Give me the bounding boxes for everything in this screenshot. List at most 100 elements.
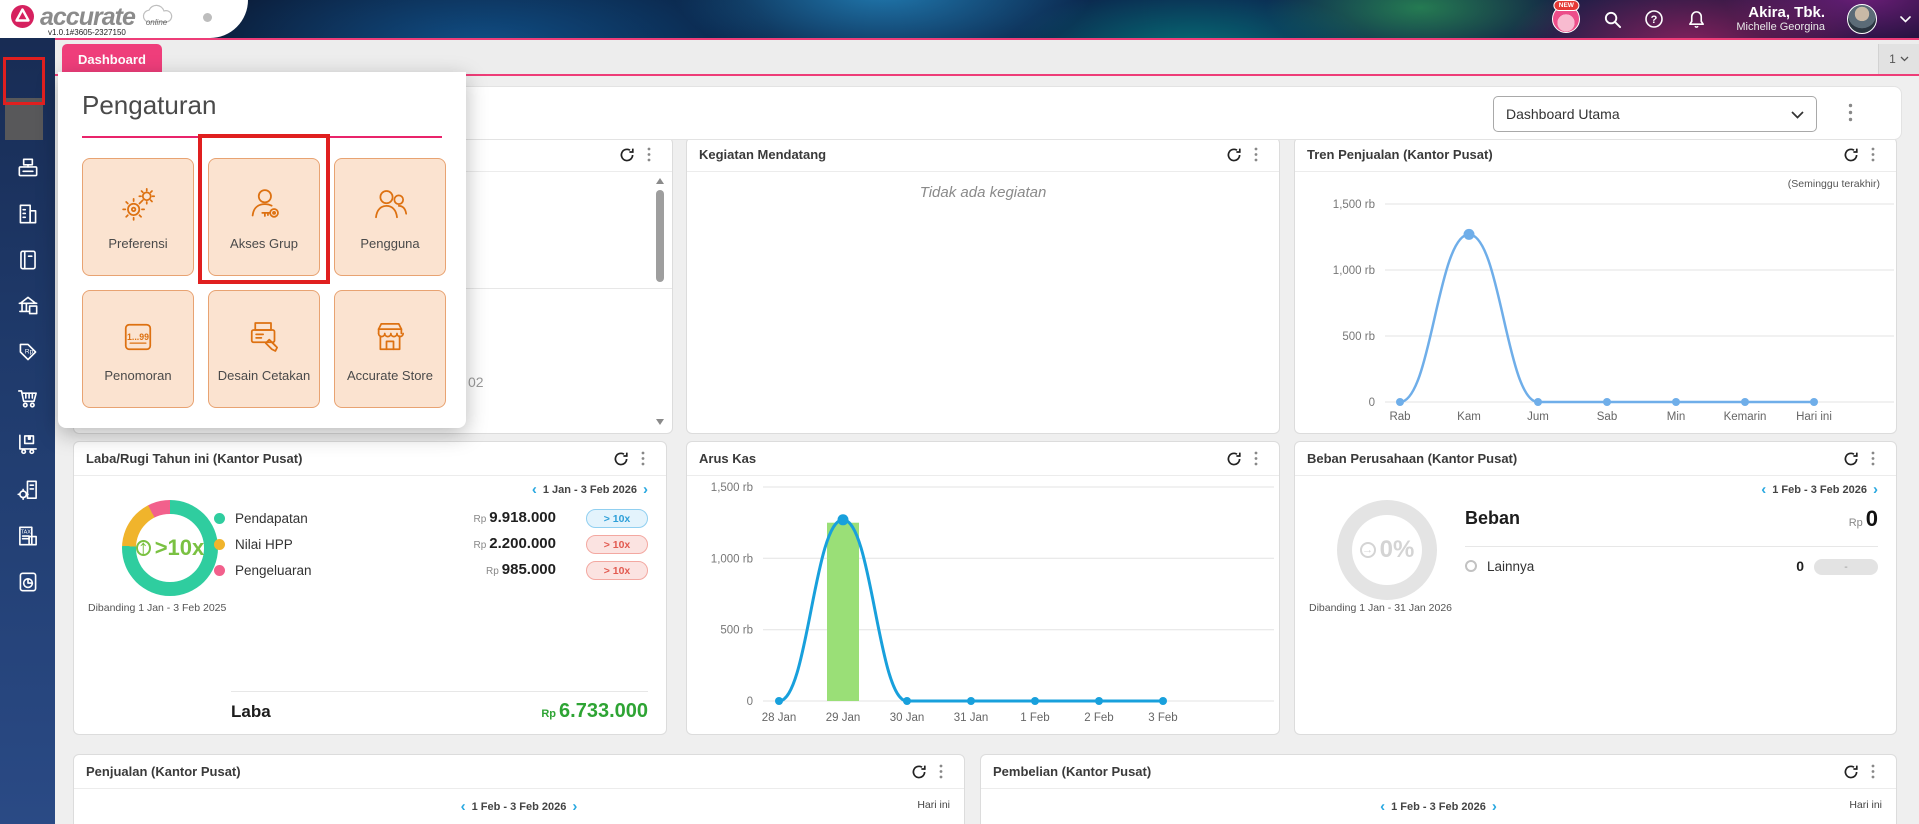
card-title: Tren Penjualan (Kantor Pusat) [1307,147,1493,162]
svg-text:30 Jan: 30 Jan [890,712,925,724]
next-date-icon[interactable]: › [1873,482,1878,497]
tile-preferensi[interactable]: Preferensi [82,158,194,276]
up-arrow-circle-icon: ↑ [135,534,151,560]
legend-dot [214,538,225,550]
sidebar-item-tax[interactable]: TAX [0,516,55,556]
refresh-icon[interactable] [1840,144,1862,166]
sidebar-item-company[interactable] [0,194,55,234]
date-range-nav[interactable]: ‹ 1 Feb - 3 Feb 2026 › [1380,799,1497,814]
refresh-icon[interactable] [908,761,930,783]
beban-divider [1465,546,1878,547]
beban-heading: Beban [1465,508,1521,528]
sidebar-item-sales[interactable] [0,378,55,418]
promo-avatar[interactable]: NEW [1552,0,1581,33]
vertical-scrollbar[interactable] [654,178,666,425]
empty-state-text: Tidak ada kegiatan [919,184,1047,201]
sidebar-item-price-tag[interactable]: Rp [0,332,55,372]
kebab-menu-icon[interactable] [1862,448,1884,470]
sales-cart-icon [17,390,37,408]
sidebar-item-bank[interactable] [0,286,55,326]
refresh-icon[interactable] [1840,761,1862,783]
help-icon[interactable]: ? [1644,9,1664,29]
sidebar-item-assets[interactable] [0,470,55,510]
svg-text:28 Jan: 28 Jan [762,712,797,724]
kebab-menu-icon[interactable] [1862,144,1884,166]
kebab-menu-icon[interactable] [1862,761,1884,783]
tab-dashboard[interactable]: Dashboard [62,44,162,74]
card-title: Arus Kas [699,451,757,466]
scroll-down-icon[interactable] [656,419,664,425]
tile-penomoran[interactable]: 1...99 Penomoran [82,290,194,408]
card-arus-kas: Arus Kas 0 500 rb 1,000 rb 1,500 rb 28 Jan 29… [686,441,1280,735]
tile-pengguna[interactable]: Pengguna [334,158,446,276]
refresh-icon[interactable] [616,144,638,166]
sidebar-item-purchases[interactable] [0,424,55,464]
svg-text:2 Feb: 2 Feb [1084,712,1113,724]
date-range-nav[interactable]: ‹ 1 Jan - 3 Feb 2026 › [532,482,648,497]
kebab-menu-icon[interactable] [930,761,952,783]
kebab-menu-icon[interactable] [638,144,660,166]
svg-text:Kam: Kam [1457,411,1481,423]
refresh-icon[interactable] [610,448,632,470]
prev-date-icon[interactable]: ‹ [1380,799,1385,814]
prev-date-icon[interactable]: ‹ [461,799,466,814]
svg-text:Jum: Jum [1527,411,1549,423]
dashboard-select[interactable]: Dashboard Utama [1493,96,1817,132]
kebab-menu-icon[interactable] [1245,448,1267,470]
bank-icon [18,296,37,315]
sidebar-item-cash-register[interactable] [0,148,55,188]
svg-text:1,000 rb: 1,000 rb [711,553,753,565]
page-indicator[interactable]: 1 [1878,44,1919,74]
user-name: Michelle Georgina [1736,21,1825,34]
prev-date-icon[interactable]: ‹ [532,482,537,497]
svg-text:1,000 rb: 1,000 rb [1333,265,1375,277]
svg-text:TAX: TAX [20,529,31,535]
pengaturan-popup: Pengaturan Preferensi Akses Grup Penggun… [58,72,466,428]
beban-donut-chart: → 0% [1337,500,1437,600]
refresh-icon[interactable] [1840,448,1862,470]
store-icon [377,322,404,350]
kebab-menu-icon[interactable] [1245,144,1267,166]
total-label: Laba [231,702,271,721]
numbering-icon: 1...99 [124,323,152,350]
legend-row-lainnya: Lainnya [1465,556,1534,576]
user-info: Akira, Tbk. Michelle Georgina [1736,4,1825,34]
total-value: Rp 6.733.000 [541,700,648,722]
scroll-up-icon[interactable] [656,178,664,184]
card-pembelian: Pembelian (Kantor Pusat) ‹ 1 Feb - 3 Feb… [980,754,1897,824]
next-date-icon[interactable]: › [1492,799,1497,814]
cash-register-icon [18,158,37,177]
user-avatar[interactable] [1847,4,1877,34]
logo-separator-dot [203,13,212,22]
partial-text: 02 [468,374,484,390]
legend-row-pendapatan: Pendapatan [214,508,308,528]
sidebar-item-journal[interactable] [0,240,55,280]
toolbar-kebab-menu-icon[interactable] [1848,103,1853,127]
user-menu-chevron-icon[interactable] [1899,9,1911,29]
tax-document-icon: TAX [18,526,37,546]
sidebar-item-reports[interactable] [0,562,55,602]
period-label: Hari ini [917,799,950,811]
refresh-icon[interactable] [1223,448,1245,470]
tile-accurate-store[interactable]: Accurate Store [334,290,446,408]
accurate-logo[interactable]: accurate online [9,3,177,30]
trend-badge: > 10x [586,509,648,528]
date-range-nav[interactable]: ‹ 1 Feb - 3 Feb 2026 › [1761,482,1878,497]
prev-date-icon[interactable]: ‹ [1761,482,1766,497]
svg-text:3 Feb: 3 Feb [1148,712,1177,724]
empty-trend-badge: - [1814,559,1878,575]
notifications-bell-icon[interactable] [1686,9,1706,29]
next-date-icon[interactable]: › [572,799,577,814]
search-icon[interactable] [1602,9,1622,29]
next-date-icon[interactable]: › [643,482,648,497]
header-accent-line [0,38,1919,40]
kebab-menu-icon[interactable] [632,448,654,470]
new-badge: NEW [1553,0,1579,11]
right-arrow-circle-icon: → [1359,542,1376,558]
refresh-icon[interactable] [1223,144,1245,166]
scrollbar-thumb[interactable] [656,190,664,282]
company-building-icon [19,204,36,224]
company-name: Akira, Tbk. [1748,4,1825,22]
tile-desain-cetakan[interactable]: Desain Cetakan [208,290,320,408]
date-range-nav[interactable]: ‹ 1 Feb - 3 Feb 2026 › [461,799,578,814]
